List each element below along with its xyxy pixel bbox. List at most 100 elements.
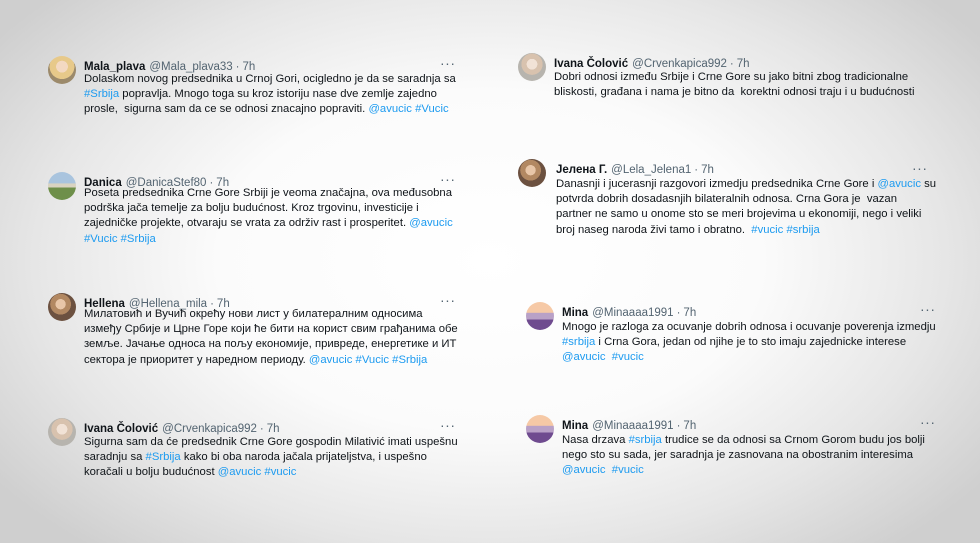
tweet-text: Милатовић и Вучић окрећу нови лист у бил…: [84, 307, 458, 368]
tweet-line: potvrda dobrih dosadasnjih bilateralnih …: [556, 192, 936, 207]
more-options-icon[interactable]: ···: [440, 172, 456, 186]
tweet-text-segment: bliskosti, građana i nama je bitno da ko…: [554, 86, 915, 99]
hashtag-link[interactable]: #Vucic: [84, 233, 118, 245]
avatar[interactable]: [526, 302, 554, 330]
mention-link[interactable]: @avucic: [877, 178, 921, 190]
hashtag-link[interactable]: #Vucic: [415, 103, 449, 115]
more-options-icon[interactable]: ···: [440, 418, 456, 432]
tweet-line: broj naseg naroda živi tamo i obratno. #…: [556, 223, 936, 238]
tweet-header: Ivana Čolović @Crvenkapica992 · 7h: [84, 422, 280, 436]
tweet-text-segment: koračali u bolju budućnost: [84, 466, 218, 479]
author-handle[interactable]: @Crvenkapica992: [632, 58, 727, 70]
avatar[interactable]: [48, 172, 76, 200]
author-name[interactable]: Јелена Г.: [556, 164, 607, 176]
hashtag-link[interactable]: #vucic: [612, 351, 644, 363]
author-name[interactable]: Mina: [562, 420, 588, 432]
tweet-text-segment: saradnju sa: [84, 451, 146, 464]
tweet-card: Јелена Г. @Lela_Jelena1 · 7h ··· Danasnji i…: [518, 159, 938, 239]
avatar[interactable]: [48, 293, 76, 321]
tweet-text: Mnogo je razloga za ocuvanje dobrih odno…: [562, 320, 936, 366]
more-options-icon[interactable]: ···: [920, 302, 936, 316]
tweet-text-segment: partner ne samo u onome sto se meri broj…: [556, 208, 922, 221]
tweet-text-segment: zajedničke projekte, otvaraju se vrata z…: [84, 217, 410, 230]
hashtag-link[interactable]: #srbija: [629, 434, 662, 446]
tweet-text-segment: Danasnji i jucerasnji razgovori izmedju …: [556, 178, 878, 190]
tweet-line: #Srbija popravlja. Mnogo toga su kroz is…: [84, 87, 456, 102]
timestamp[interactable]: 7h: [683, 307, 696, 319]
tweet-header: Ivana Čolović @Crvenkapica992 · 7h: [554, 57, 750, 71]
tweet-text: Nasa drzava #srbija trudice se da odnosi…: [562, 433, 925, 479]
author-name[interactable]: Ivana Čolović: [554, 58, 628, 70]
separator-dot: ·: [259, 423, 264, 435]
hashtag-link[interactable]: #Srbija: [121, 233, 156, 245]
separator-dot: ·: [729, 58, 734, 70]
timestamp[interactable]: 7h: [737, 58, 750, 70]
hashtag-link[interactable]: #srbija: [562, 336, 595, 348]
tweet-line: nego sto su sada, jer saradnja je zasnov…: [562, 448, 925, 463]
more-options-icon[interactable]: ···: [440, 293, 456, 307]
tweet-text-segment: Милатовић и Вучић окрећу нови лист у бил…: [84, 308, 423, 320]
timestamp[interactable]: 7h: [267, 423, 280, 435]
hashtag-link[interactable]: #srbija: [786, 224, 819, 236]
avatar[interactable]: [48, 418, 76, 446]
tweet-text-segment: Dobri odnosi između Srbije i Crne Gore s…: [554, 71, 909, 83]
avatar[interactable]: [518, 53, 546, 81]
tweet-card: Mina @Minaaaa1991 · 7h ··· Nasa drzava #srb…: [526, 415, 946, 485]
hashtag-link[interactable]: #vucic: [751, 224, 783, 236]
author-handle[interactable]: @Lela_Jelena1: [611, 164, 691, 176]
more-options-icon[interactable]: ···: [920, 415, 936, 429]
tweet-text-segment: Poseta predsednika Crne Gore Srbiji je v…: [84, 187, 452, 199]
timestamp[interactable]: 7h: [683, 420, 696, 432]
hashtag-link[interactable]: #Srbija: [84, 88, 119, 100]
tweet-line: partner ne samo u onome sto se meri broj…: [556, 207, 936, 222]
mention-link[interactable]: @avucic: [562, 464, 606, 476]
author-name[interactable]: Ivana Čolović: [84, 423, 158, 435]
mention-link[interactable]: @avucic: [368, 103, 412, 115]
tweet-header: Mina @Minaaaa1991 · 7h: [562, 306, 696, 320]
author-name[interactable]: Mina: [562, 307, 588, 319]
tweet-line: prosle, sigurna sam da ce se odnosi znac…: [84, 102, 456, 117]
mention-link[interactable]: @avucic: [562, 351, 606, 363]
hashtag-link[interactable]: #Srbija: [146, 451, 181, 463]
hashtag-link[interactable]: #vucic: [264, 466, 296, 478]
tweet-text-segment: Sigurna sam da će predsednik Crne Gore g…: [84, 436, 458, 448]
tweet-line: Sigurna sam da će predsednik Crne Gore g…: [84, 435, 458, 450]
tweet-line: @avucic #vucic: [562, 463, 925, 478]
tweet-line: saradnju sa #Srbija kako bi oba naroda j…: [84, 450, 458, 465]
tweet-line: Dobri odnosi između Srbije i Crne Gore s…: [554, 70, 914, 85]
tweet-text-segment: Dolaskom novog predsednika u Crnoj Gori,…: [84, 73, 456, 85]
tweet-text-segment: kako bi oba naroda jačala prijateljstva,…: [180, 451, 427, 464]
tweet-text-segment: potvrda dobrih dosadasnjih bilateralnih …: [556, 193, 898, 206]
tweet-text-segment: popravlja. Mnogo toga su kroz istoriju n…: [119, 88, 437, 101]
mention-link[interactable]: @avucic: [218, 466, 262, 478]
tweet-line: @avucic #vucic: [562, 350, 936, 365]
hashtag-link[interactable]: #vucic: [612, 464, 644, 476]
mention-link[interactable]: @avucic: [309, 354, 353, 366]
tweet-card: Ivana Čolović @Crvenkapica992 · 7h Dobri od…: [518, 53, 938, 103]
timestamp[interactable]: 7h: [701, 164, 714, 176]
tweet-line: земље. Јачање односа на пољу економије, …: [84, 337, 458, 352]
tweet-text-segment: prosle, sigurna sam da ce se odnosi znac…: [84, 103, 369, 116]
tweet-text-segment: земље. Јачање односа на пољу економије, …: [84, 338, 457, 351]
author-handle[interactable]: @Minaaaa1991: [592, 307, 673, 319]
tweet-text-segment: Nasa drzava: [562, 434, 629, 446]
tweet-text-segment: su: [920, 178, 937, 190]
author-handle[interactable]: @Crvenkapica992: [162, 423, 257, 435]
avatar[interactable]: [48, 56, 76, 84]
author-handle[interactable]: @Minaaaa1991: [592, 420, 673, 432]
tweet-line: између Србије и Црне Горе који ће бити н…: [84, 322, 458, 337]
tweet-text: Danasnji i jucerasnji razgovori izmedju …: [556, 177, 936, 238]
tweet-line: #Vucic #Srbija: [84, 232, 453, 247]
more-options-icon[interactable]: ···: [912, 161, 928, 175]
mention-link[interactable]: @avucic: [409, 217, 453, 229]
avatar[interactable]: [526, 415, 554, 443]
hashtag-link[interactable]: #Srbija: [392, 354, 427, 366]
tweet-header: Mina @Minaaaa1991 · 7h: [562, 419, 696, 433]
separator-dot: ·: [676, 307, 681, 319]
tweet-card: Ivana Čolović @Crvenkapica992 · 7h ··· Sigu…: [48, 418, 468, 488]
avatar[interactable]: [518, 159, 546, 187]
more-options-icon[interactable]: ···: [440, 56, 456, 70]
tweet-line: Dolaskom novog predsednika u Crnoj Gori,…: [84, 72, 456, 87]
hashtag-link[interactable]: #Vucic: [356, 354, 390, 366]
tweet-line: Poseta predsednika Crne Gore Srbiji je v…: [84, 186, 453, 201]
